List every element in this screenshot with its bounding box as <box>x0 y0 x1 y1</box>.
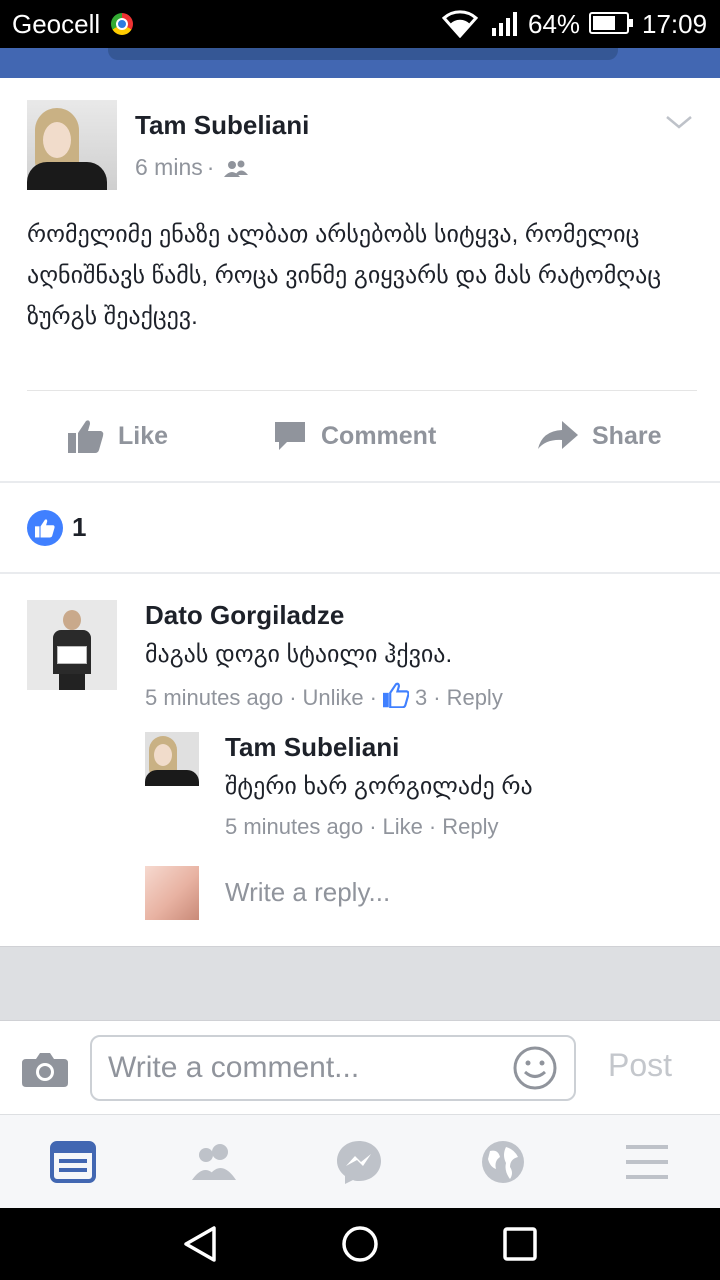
clock: 17:09 <box>642 9 708 39</box>
avatar[interactable] <box>27 600 117 690</box>
comment-like-count: 3 <box>415 685 428 710</box>
battery-percent: 64% <box>528 9 581 39</box>
unlike-link[interactable]: Unlike <box>303 685 364 710</box>
comment-author[interactable]: Dato Gorgiladze <box>145 600 344 631</box>
comment-text: შტერი ხარ გორგილაძე რა <box>225 773 533 800</box>
battery-icon <box>589 12 633 34</box>
share-button[interactable]: Share <box>538 416 661 456</box>
search-bar[interactable] <box>108 48 618 60</box>
friends-icon <box>224 160 249 177</box>
thumbs-up-icon <box>68 420 104 453</box>
comment-meta: 5 minutes ago · Like · Reply <box>225 814 499 839</box>
post-meta: 6 mins · <box>135 154 250 181</box>
back-icon <box>184 1226 216 1262</box>
comment-text: მაგას დოგი სტაილი ჰქვია. <box>145 641 453 668</box>
divider <box>27 390 697 391</box>
comment-label: Comment <box>321 421 437 450</box>
share-label: Share <box>592 421 662 450</box>
like-link[interactable]: Like <box>383 814 423 839</box>
comment-author[interactable]: Tam Subeliani <box>225 732 399 763</box>
facebook-header <box>0 48 720 78</box>
messenger-icon <box>337 1141 381 1184</box>
reaction-count: 1 <box>72 512 87 542</box>
tab-notifications[interactable] <box>478 1139 528 1185</box>
reply-input[interactable]: Write a reply... <box>225 877 390 908</box>
home-button[interactable] <box>338 1224 382 1264</box>
chevron-down-icon[interactable] <box>664 112 694 132</box>
comment-composer: Post <box>0 1020 720 1114</box>
recents-button[interactable] <box>498 1224 542 1264</box>
bottom-nav <box>0 1114 720 1208</box>
post-author[interactable]: Tam Subeliani <box>135 110 309 141</box>
post-time[interactable]: 6 mins <box>135 154 203 180</box>
avatar[interactable] <box>145 732 199 786</box>
reply-link[interactable]: Reply <box>447 685 503 710</box>
chrome-icon <box>111 13 133 35</box>
separator-band <box>0 946 720 1020</box>
like-reaction-icon <box>27 510 63 546</box>
news-feed-icon <box>50 1141 96 1183</box>
reactions-bar[interactable]: 1 <box>0 484 720 572</box>
post-text: რომელიმე ენაზე ალბათ არსებობს სიტყვა, რო… <box>27 221 662 330</box>
comment-time: 5 minutes ago <box>225 814 364 839</box>
tab-messenger[interactable] <box>334 1139 384 1185</box>
tab-news-feed[interactable] <box>48 1139 98 1185</box>
carrier-name: Geocell <box>12 9 101 39</box>
like-button[interactable]: Like <box>68 416 168 456</box>
emoji-icon[interactable] <box>512 1045 558 1091</box>
avatar <box>145 866 199 920</box>
divider <box>0 481 720 483</box>
back-button[interactable] <box>178 1224 222 1264</box>
share-arrow-icon <box>538 421 578 449</box>
comment-time: 5 minutes ago <box>145 685 284 710</box>
camera-icon[interactable] <box>22 1051 68 1087</box>
recents-icon <box>503 1227 537 1261</box>
tab-menu[interactable] <box>622 1139 672 1185</box>
status-bar: Geocell 64% 17:09 <box>0 0 720 48</box>
tab-friends[interactable] <box>190 1139 240 1185</box>
system-nav-bar <box>0 1208 720 1280</box>
thumbs-up-icon <box>383 682 409 708</box>
comment-meta: 5 minutes ago · Unlike · 3 · Reply <box>145 682 503 711</box>
post-button[interactable]: Post <box>608 1047 672 1084</box>
post: Tam Subeliani 6 mins · რომელიმე ენაზე ალბ… <box>0 78 720 482</box>
comment-button[interactable]: Comment <box>273 416 436 456</box>
comment-icon <box>275 422 305 450</box>
wifi-icon <box>442 10 478 38</box>
home-icon <box>342 1226 378 1262</box>
comment-input[interactable] <box>90 1035 576 1101</box>
divider <box>0 572 720 574</box>
reply-link[interactable]: Reply <box>442 814 498 839</box>
menu-icon <box>626 1145 668 1179</box>
like-label: Like <box>118 421 169 450</box>
friends-icon <box>192 1144 236 1180</box>
avatar[interactable] <box>27 100 117 190</box>
signal-icon <box>492 12 517 36</box>
globe-icon <box>482 1141 524 1183</box>
